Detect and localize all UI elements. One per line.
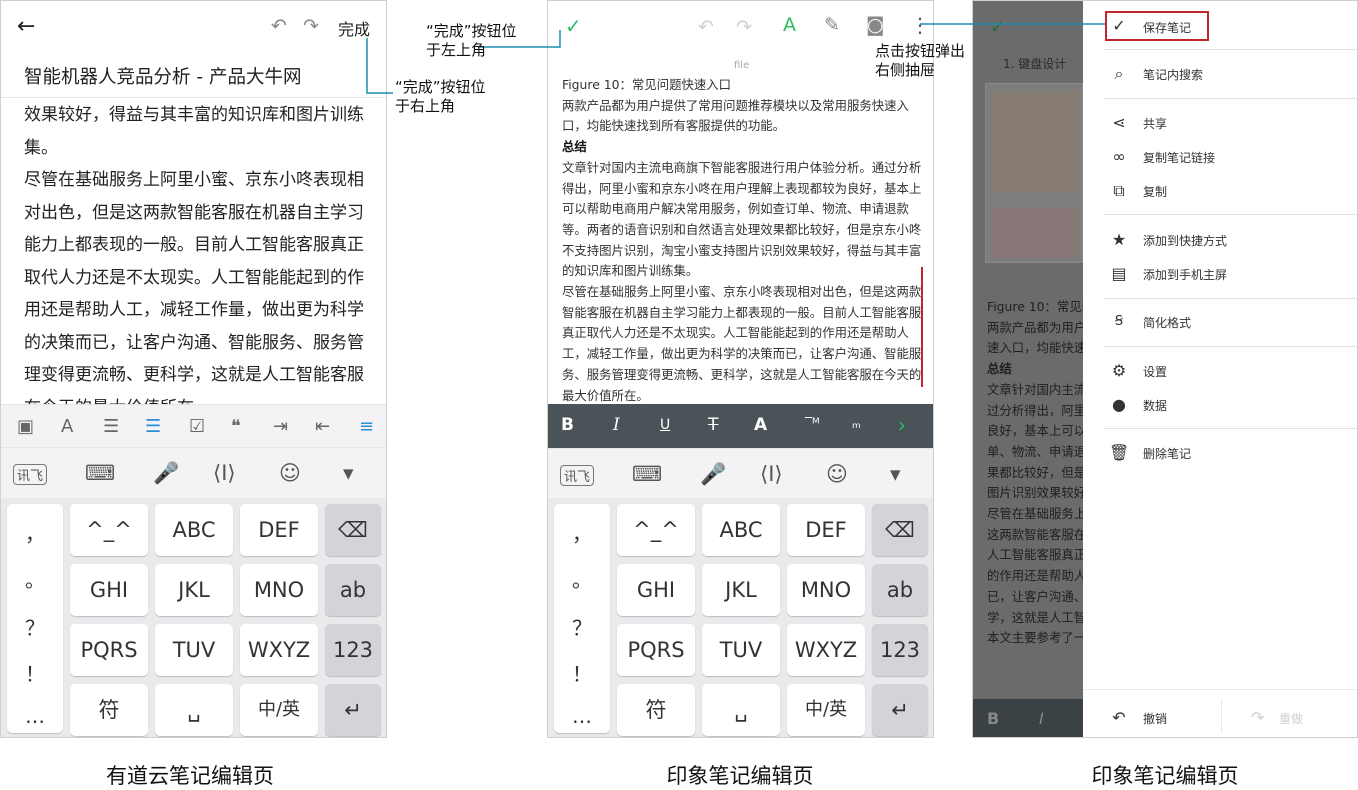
annotation-done-left: “完成”按钮位于左上角 bbox=[426, 22, 517, 59]
annotation-line-done-right bbox=[366, 38, 393, 94]
annotation-lines bbox=[366, 23, 1105, 94]
caption-evernote-editor: 印象笔记编辑页 bbox=[666, 764, 814, 788]
caption-youdao: 有道云笔记编辑页 bbox=[106, 764, 274, 788]
annotation-done-right: “完成”按钮位于右上角 bbox=[395, 78, 486, 115]
caption-evernote-drawer: 印象笔记编辑页 bbox=[1091, 764, 1239, 788]
annotation-menu-drawer: 点击按钮弹出右侧抽屉 bbox=[875, 42, 966, 79]
